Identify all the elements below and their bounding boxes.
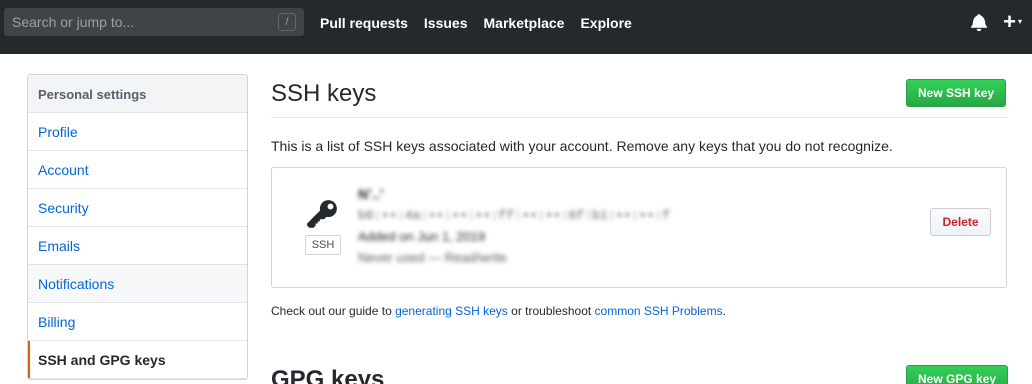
nav-marketplace[interactable]: Marketplace [484, 14, 565, 32]
nav-explore[interactable]: Explore [580, 14, 631, 32]
sidebar-item-notifications[interactable]: Notifications [28, 265, 247, 303]
search-shortcut-key: / [278, 13, 296, 31]
header-nav: Pull requests Issues Marketplace Explore [320, 14, 648, 32]
key-usage: Never used — Read/write [358, 250, 507, 265]
page-title: SSH keys [271, 80, 377, 107]
sidebar-item-ssh-gpg-keys[interactable]: SSH and GPG keys [28, 341, 247, 379]
gpg-keys-title: GPG keys [271, 366, 385, 384]
key-added-date: Added on Jun 1, 2019 [358, 229, 486, 244]
ssh-keys-description: This is a list of SSH keys associated wi… [271, 138, 893, 154]
top-header: Search or jump to... / Pull requests Iss… [0, 0, 1032, 54]
nav-pull-requests[interactable]: Pull requests [320, 14, 408, 32]
settings-sidebar: Personal settings Profile Account Securi… [27, 74, 248, 380]
header-icons: + ▾ [971, 11, 1022, 33]
ssh-badge: SSH [305, 235, 341, 255]
sidebar-item-account[interactable]: Account [28, 151, 247, 189]
delete-key-button[interactable]: Delete [930, 208, 991, 236]
guide-middle: or troubleshoot [507, 304, 595, 318]
ssh-guide-text: Check out our guide to generating SSH ke… [271, 304, 726, 318]
ssh-key-item: SSH Nʼ..ʼ b6:••:4a:••:••:••:ff:••:••:6f:… [271, 167, 1007, 288]
nav-issues[interactable]: Issues [424, 14, 468, 32]
sidebar-item-profile[interactable]: Profile [28, 113, 247, 151]
sidebar-item-billing[interactable]: Billing [28, 303, 247, 341]
common-ssh-problems-link[interactable]: common SSH Problems [595, 304, 723, 318]
sidebar-item-emails[interactable]: Emails [28, 227, 247, 265]
key-icon [307, 200, 337, 228]
guide-prefix: Check out our guide to [271, 304, 396, 318]
guide-suffix: . [722, 304, 726, 318]
sidebar-item-security[interactable]: Security [28, 189, 247, 227]
title-divider [271, 117, 1007, 118]
key-title: Nʼ..ʼ [358, 186, 384, 202]
key-fingerprint: b6:••:4a:••:••:••:ff:••:••:6f:b1:••:••:f [358, 208, 671, 223]
chevron-down-icon[interactable]: ▾ [1018, 12, 1022, 32]
search-placeholder: Search or jump to... [12, 14, 135, 30]
notifications-bell-icon[interactable] [971, 12, 988, 32]
generating-ssh-keys-link[interactable]: generating SSH keys [395, 304, 508, 318]
new-ssh-key-button[interactable]: New SSH key [906, 79, 1007, 107]
search-input[interactable]: Search or jump to... / [4, 8, 304, 36]
sidebar-heading: Personal settings [28, 75, 247, 113]
create-new-icon[interactable]: + [1003, 11, 1016, 33]
new-gpg-key-button[interactable]: New GPG key [906, 365, 1009, 384]
